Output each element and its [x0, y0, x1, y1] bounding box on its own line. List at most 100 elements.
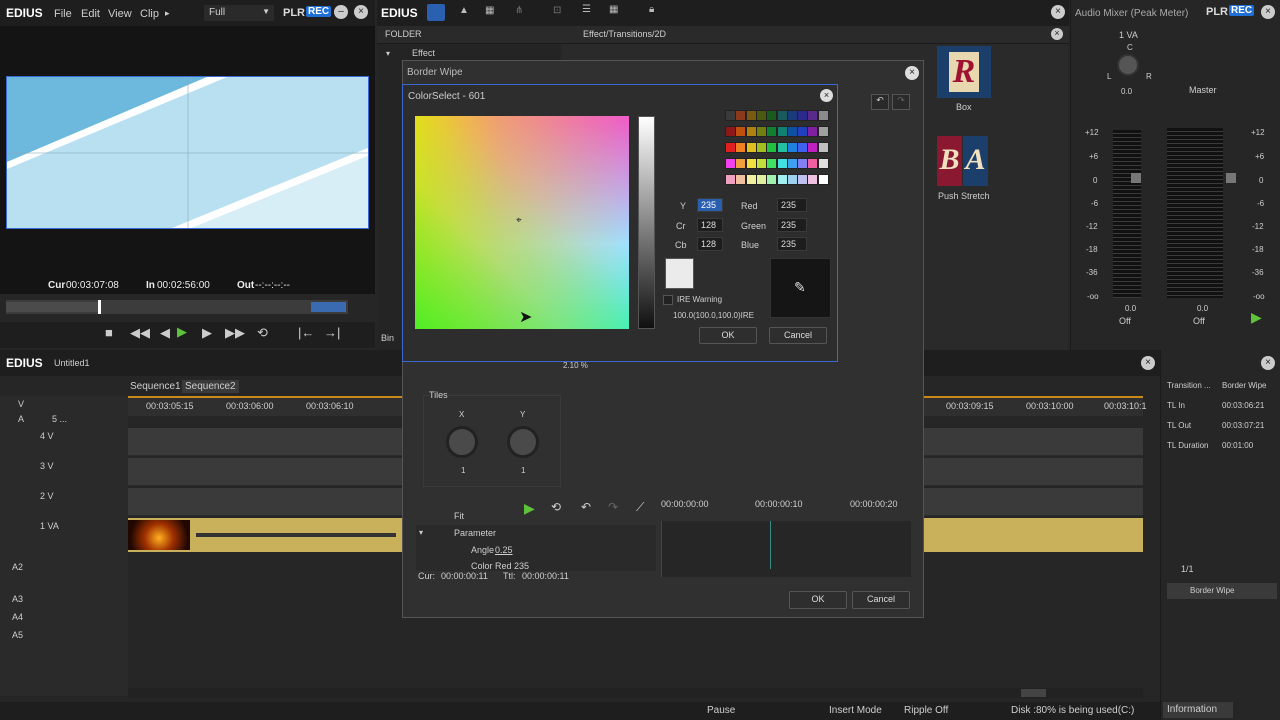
palette-swatch[interactable]: [817, 126, 829, 137]
pan-knob[interactable]: [1117, 54, 1139, 76]
color-cancel-button[interactable]: Cancel: [769, 327, 827, 344]
more-menu-arrow-icon[interactable]: ▸: [165, 8, 170, 19]
palette-swatch[interactable]: [817, 158, 829, 169]
mark-out-icon[interactable]: →|: [324, 325, 340, 340]
menu-file[interactable]: File: [54, 8, 72, 20]
param-expand-icon[interactable]: ▾: [419, 528, 423, 537]
track-1va-label[interactable]: 1 VA: [40, 521, 59, 531]
mixer-close-icon[interactable]: ×: [1261, 5, 1275, 19]
green-input[interactable]: 235: [777, 218, 807, 232]
step-forward-icon[interactable]: ▶: [202, 325, 212, 341]
master-mute-select[interactable]: Off: [1193, 316, 1205, 326]
palette-swatch[interactable]: [817, 142, 829, 153]
info-tab[interactable]: Information: [1163, 702, 1233, 718]
pan-l: L: [1107, 72, 1112, 81]
tiles-x-knob[interactable]: [446, 426, 478, 458]
network-icon[interactable]: ⋔: [515, 5, 523, 16]
red-input[interactable]: 235: [777, 198, 807, 212]
close-path-icon[interactable]: ×: [1051, 28, 1063, 40]
bin-add-icon[interactable]: ▦: [485, 5, 494, 16]
quality-select[interactable]: Full ▼: [204, 5, 274, 21]
tab-sequence1[interactable]: Sequence1: [130, 381, 181, 392]
cr-input[interactable]: 128: [697, 218, 723, 232]
track-2v-label[interactable]: 2 V: [40, 491, 54, 501]
kf-t1: 00:00:00:10: [755, 499, 803, 509]
ire-warning-checkbox[interactable]: [663, 295, 673, 305]
timeline-close-icon[interactable]: ×: [1141, 356, 1155, 370]
menu-view[interactable]: View: [108, 8, 132, 20]
delete-icon[interactable]: ⊡: [553, 5, 561, 16]
player-area: Cur 00:03:07:08 In 00:02:56:00 Out --:--…: [0, 26, 375, 294]
close-bin-icon[interactable]: ×: [1051, 5, 1065, 19]
kf-loop-icon[interactable]: ⟲: [551, 500, 561, 514]
grid-view-icon[interactable]: ▦: [609, 4, 618, 15]
effect-label-push-stretch[interactable]: Push Stretch: [938, 191, 990, 201]
track-a2-label: A2: [12, 562, 24, 572]
luma-slider[interactable]: [638, 116, 655, 329]
kf-play-icon[interactable]: ▶: [524, 500, 535, 517]
mixer-rec[interactable]: REC: [1229, 5, 1255, 16]
plr-label[interactable]: PLR: [283, 7, 305, 19]
tree-expand-icon[interactable]: ▾: [386, 49, 390, 58]
mixer-play-icon[interactable]: ▶: [1251, 309, 1262, 326]
effects-icon[interactable]: ▲: [459, 5, 469, 16]
tab-sequence2[interactable]: Sequence2: [182, 380, 239, 393]
player-scrubber[interactable]: [6, 300, 348, 314]
stop-icon[interactable]: ■: [105, 325, 113, 340]
rec-label[interactable]: REC: [306, 6, 332, 17]
kf-timeline[interactable]: [661, 521, 911, 577]
cb-input[interactable]: 128: [697, 237, 723, 251]
menu-clip[interactable]: Clip: [140, 8, 159, 20]
kf-ttl-value: 00:00:00:11: [522, 571, 569, 581]
undo-icon[interactable]: ↶: [871, 94, 889, 110]
step-back-icon[interactable]: ◀: [160, 325, 170, 341]
border-wipe-cancel-button[interactable]: Cancel: [852, 591, 910, 609]
palette-swatch[interactable]: [817, 174, 829, 185]
border-wipe-close-icon[interactable]: ×: [905, 66, 919, 80]
eyedropper-button[interactable]: ✎: [770, 258, 831, 318]
channel-fader[interactable]: [1131, 173, 1141, 183]
playhead-handle[interactable]: [98, 300, 101, 314]
rewind-icon[interactable]: ◀◀: [130, 325, 150, 341]
folder-icon[interactable]: [427, 4, 445, 21]
kf-graph-icon[interactable]: ⟋: [636, 500, 644, 515]
effect-thumb-box[interactable]: R: [937, 46, 991, 98]
mark-in-icon[interactable]: |←: [298, 325, 314, 340]
fast-forward-icon[interactable]: ▶▶: [225, 325, 245, 341]
angle-value[interactable]: 0.25: [495, 545, 513, 555]
kf-undo-icon[interactable]: ↶: [581, 500, 591, 514]
channel-mute-select[interactable]: Off: [1119, 316, 1131, 326]
list-view-icon[interactable]: ☰: [582, 4, 591, 15]
color-ok-button[interactable]: OK: [699, 327, 757, 344]
kf-redo-icon[interactable]: ↷: [608, 500, 618, 514]
info-close-icon[interactable]: ×: [1261, 356, 1275, 370]
angle-label: Angle: [471, 545, 495, 555]
blue-input[interactable]: 235: [777, 237, 807, 251]
tree-item-effect[interactable]: Effect: [412, 48, 435, 58]
minimize-icon[interactable]: –: [334, 5, 348, 19]
fit-select[interactable]: Fit: [454, 511, 464, 521]
timeline-scroll[interactable]: [128, 688, 1143, 698]
scroll-thumb[interactable]: [1021, 689, 1046, 697]
palette-swatch[interactable]: [817, 110, 829, 121]
track-4v-label[interactable]: 4 V: [40, 431, 54, 441]
status-ripple[interactable]: Ripple Off: [904, 705, 948, 716]
border-wipe-ok-button[interactable]: OK: [789, 591, 847, 609]
mixer-plr[interactable]: PLR: [1206, 6, 1228, 18]
color-select-close-icon[interactable]: ×: [820, 89, 833, 102]
effect-label-box[interactable]: Box: [956, 102, 972, 112]
play-icon[interactable]: ▶: [177, 324, 187, 340]
tiles-y-knob[interactable]: [507, 426, 539, 458]
status-insert[interactable]: Insert Mode: [829, 705, 882, 716]
menu-edit[interactable]: Edit: [81, 8, 100, 20]
close-icon[interactable]: ×: [354, 5, 368, 19]
y-input[interactable]: 235: [697, 198, 723, 212]
effect-thumb-push-stretch[interactable]: B A: [937, 134, 991, 188]
info-item[interactable]: Border Wipe: [1167, 583, 1277, 599]
color-field[interactable]: ⌖: [415, 116, 629, 329]
redo-icon[interactable]: ↷: [892, 94, 910, 110]
loop-icon[interactable]: ⟲: [257, 325, 268, 341]
track-3v-label[interactable]: 3 V: [40, 461, 54, 471]
lock-icon[interactable]: 🔒︎: [649, 4, 654, 15]
master-fader[interactable]: [1226, 173, 1236, 183]
